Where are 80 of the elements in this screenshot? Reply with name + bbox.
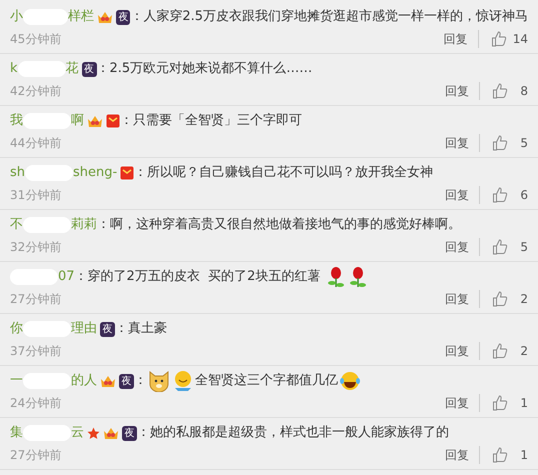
smiling-emoji-icon (172, 370, 194, 392)
reply-link[interactable]: 回复 (445, 394, 480, 412)
thumbs-up-icon[interactable] (492, 291, 508, 307)
timestamp: 44分钟前 (10, 135, 62, 152)
like-count: 5 (519, 239, 528, 256)
username[interactable]: 你 (10, 319, 23, 339)
thumbs-up-icon[interactable] (492, 83, 508, 99)
timestamp: 32分钟前 (10, 239, 62, 256)
timestamp: 31分钟前 (10, 187, 62, 204)
envelope-badge-icon (120, 166, 134, 180)
crown-badge-icon (87, 114, 103, 128)
reply-link[interactable]: 回复 (445, 446, 480, 464)
night-badge: 夜 (100, 322, 115, 336)
thumbs-up-icon[interactable] (492, 343, 508, 359)
like-count: 2 (519, 343, 528, 360)
envelope-badge-icon (106, 114, 120, 128)
reply-link[interactable]: 回复 (445, 238, 480, 256)
night-badge: 夜 (116, 10, 130, 24)
crown-badge-icon (103, 426, 119, 440)
username[interactable]: 云 (71, 423, 84, 443)
reply-link[interactable]: 回复 (445, 82, 480, 100)
like-count: 1 (519, 395, 528, 412)
comment-text: ：她的私服都是超级贵，样式也非一般人能家族得了的 (137, 424, 449, 442)
comment-text: ：人家穿2.5万皮衣跟我们穿地摊货逛超市感觉一样一样的，惊讶神马 (130, 8, 528, 26)
username[interactable]: 一 (10, 371, 23, 391)
comment-text: 全智贤这三个字都值几亿 (195, 372, 338, 390)
timestamp: 24分钟前 (10, 395, 62, 412)
like-count: 2 (519, 291, 528, 308)
timestamp: 45分钟前 (10, 31, 62, 48)
comment-text: ：所以呢？自己赚钱自己花不可以吗？放开我全女神 (134, 164, 434, 182)
username[interactable]: 理由 (71, 319, 97, 339)
username[interactable]: 小 (10, 7, 23, 27)
timestamp: 27分钟前 (10, 291, 62, 308)
rose-emoji-icon (326, 266, 346, 288)
dog-emoji-icon (148, 370, 170, 392)
like-count: 8 (519, 83, 528, 100)
username[interactable]: k (10, 59, 18, 79)
username[interactable]: 莉莉 (71, 215, 97, 235)
reply-link[interactable]: 回复 (445, 134, 480, 152)
thumbs-up-icon[interactable] (492, 135, 508, 151)
comment-text: ：只需要「全智贤」三个字即可 (120, 112, 302, 130)
timestamp: 37分钟前 (10, 343, 62, 360)
username[interactable]: 集 (10, 423, 23, 443)
thumbs-up-icon[interactable] (492, 187, 508, 203)
username[interactable]: sh (10, 163, 26, 183)
laughing-crying-emoji-icon (339, 370, 361, 392)
reply-link[interactable]: 回复 (445, 186, 480, 204)
rose-emoji-icon (348, 266, 368, 288)
username[interactable]: 07 (58, 267, 75, 287)
reply-link[interactable]: 回复 (445, 342, 480, 360)
username[interactable]: sheng- (73, 163, 118, 183)
timestamp: 27分钟前 (10, 447, 62, 464)
thumbs-up-icon[interactable] (492, 239, 508, 255)
crown-badge-icon (100, 374, 116, 388)
night-badge: 夜 (119, 374, 134, 388)
night-badge: 夜 (122, 426, 137, 440)
username[interactable]: 不 (10, 215, 23, 235)
thumbs-up-icon[interactable] (492, 447, 508, 463)
comment-text: ：穿的了2万五的皮衣 买的了2块五的红薯 (74, 268, 322, 286)
thumbs-up-icon[interactable] (492, 395, 508, 411)
thumbs-up-icon[interactable] (490, 31, 507, 47)
reply-link[interactable]: 回复 (444, 30, 479, 48)
night-badge: 夜 (82, 62, 97, 76)
username[interactable]: 啊 (71, 111, 84, 131)
comment-text: ：啊，这种穿着高贵又很自然地做着接地气的事的感觉好棒啊。 (97, 216, 461, 234)
reply-link[interactable]: 回复 (445, 290, 480, 308)
like-count: 5 (519, 135, 528, 152)
like-count: 1 (519, 447, 528, 464)
like-count: 6 (519, 187, 528, 204)
username[interactable]: 花 (66, 59, 79, 79)
timestamp: 42分钟前 (10, 83, 62, 100)
username[interactable]: 样栏 (68, 7, 94, 27)
comment-text: ： (134, 372, 147, 390)
crown-badge-icon (97, 10, 114, 24)
like-count: 14 (512, 31, 528, 48)
comment-text: ：真土豪 (115, 320, 167, 338)
comment-text: ：2.5万欧元对她来说都不算什么…… (96, 60, 312, 78)
username[interactable]: 的人 (71, 371, 97, 391)
star-icon (87, 426, 100, 440)
username[interactable]: 我 (10, 111, 23, 131)
